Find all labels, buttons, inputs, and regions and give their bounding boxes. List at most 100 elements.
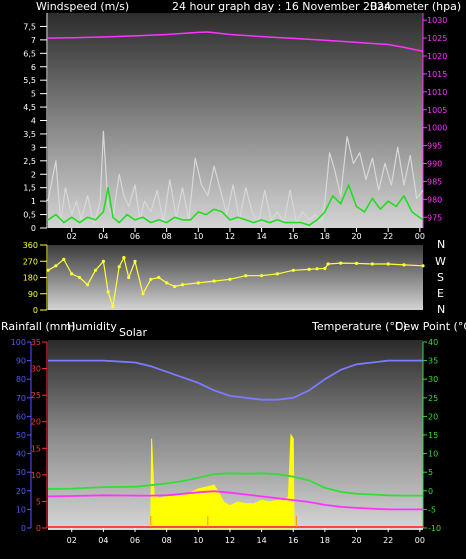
humidity-ytick-label: 90: [16, 357, 26, 366]
baro-ytick-label: 995: [427, 142, 442, 151]
rain-ytick-label: 5: [36, 497, 41, 506]
climate-xtick-label: 04: [98, 536, 108, 545]
wind-xtick-label: 10: [193, 232, 203, 241]
rain-ytick-label: 20: [31, 418, 41, 427]
temp-ytick-label: 15: [428, 431, 438, 440]
wind-ytick-label: 4: [31, 117, 36, 126]
wind-xtick-label: 08: [162, 232, 172, 241]
dir-ytick-label: 270: [23, 257, 38, 266]
temp-ytick-label: -10: [428, 524, 441, 533]
solar-title: Solar: [119, 326, 148, 339]
baro-ytick-label: 985: [427, 177, 442, 186]
wind-ytick-label: 2,5: [23, 157, 36, 166]
wind-title: Windspeed (m/s): [36, 0, 129, 13]
climate-xtick-label: 22: [383, 536, 393, 545]
humidity-ytick-label: 60: [16, 412, 26, 421]
humidity-ytick-label: 0: [21, 524, 26, 533]
rain-ytick-label: 0: [36, 524, 41, 533]
rain-ytick-label: 10: [31, 471, 41, 480]
baro-ytick-label: 1010: [427, 88, 447, 97]
baro-ytick-label: 1030: [427, 16, 447, 25]
temp-ytick-label: 5: [428, 468, 433, 477]
compass-s: S: [437, 271, 444, 284]
climate-xtick-label: 00: [415, 536, 425, 545]
wind-ytick-label: 0,5: [23, 211, 36, 220]
humidity-ytick-label: 70: [16, 394, 26, 403]
rain-ytick-label: 25: [31, 391, 41, 400]
wind-xtick-label: 12: [225, 232, 235, 241]
dir-ytick-label: 0: [33, 306, 38, 315]
compass-w: W: [435, 255, 446, 268]
temp-ytick-label: 35: [428, 357, 438, 366]
dir-ytick-label: 90: [28, 290, 38, 299]
humidity-ytick-label: 80: [16, 375, 26, 384]
wind-ytick-label: 3: [31, 143, 36, 152]
baro-ytick-label: 980: [427, 195, 442, 204]
main-title: 24 hour graph day : 16 November 2024: [172, 0, 391, 13]
climate-xtick-label: 06: [130, 536, 140, 545]
temp-ytick-label: 30: [428, 375, 438, 384]
climate-xtick-label: 12: [225, 536, 235, 545]
rain-title: Rainfall (mm): [1, 320, 75, 333]
rain-ytick-label: 15: [31, 444, 41, 453]
wind-xtick-label: 16: [288, 232, 298, 241]
wind-xtick-label: 14: [257, 232, 267, 241]
humidity-ytick-label: 20: [16, 487, 26, 496]
weather-graph: Windspeed (m/s) 24 hour graph day : 16 N…: [0, 0, 466, 555]
climate-xtick-label: 20: [351, 536, 361, 545]
climate-xtick-label: 16: [288, 536, 298, 545]
humidity-ytick-label: 100: [11, 338, 26, 347]
climate-panel-bg: [48, 340, 423, 530]
climate-xtick-label: 18: [320, 536, 330, 545]
wind-ytick-label: 5,5: [23, 76, 36, 85]
wind-ytick-label: 6: [31, 63, 36, 72]
temp-ytick-label: 20: [428, 412, 438, 421]
temp-ytick-label: 10: [428, 450, 438, 459]
compass-n-top: N: [437, 238, 445, 251]
rain-ytick-label: 35: [31, 338, 41, 347]
temp-ytick-label: 25: [428, 394, 438, 403]
baro-ytick-label: 990: [427, 160, 442, 169]
dir-ytick-label: 180: [23, 274, 38, 283]
wind-ytick-label: 7: [31, 36, 36, 45]
climate-xtick-label: 14: [257, 536, 267, 545]
wind-ytick-label: 6,5: [23, 49, 36, 58]
compass-n-bottom: N: [437, 303, 445, 316]
rain-ytick-label: 30: [31, 365, 41, 374]
climate-xtick-label: 10: [193, 536, 203, 545]
wind-ytick-label: 4,5: [23, 103, 36, 112]
wind-xtick-label: 22: [383, 232, 393, 241]
baro-ytick-label: 1005: [427, 106, 447, 115]
humidity-ytick-label: 10: [16, 505, 26, 514]
wind-ytick-label: 0: [31, 224, 36, 233]
wind-xtick-label: 04: [98, 232, 108, 241]
compass-e: E: [437, 287, 444, 300]
baro-title: Barometer (hpa): [370, 0, 461, 13]
baro-ytick-label: 1015: [427, 70, 447, 79]
humidity-ytick-label: 30: [16, 468, 26, 477]
wind-ytick-label: 5: [31, 90, 36, 99]
temp-ytick-label: 0: [428, 487, 433, 496]
baro-ytick-label: 1020: [427, 52, 447, 61]
dir-ytick-label: 360: [23, 241, 38, 250]
wind-xtick-label: 18: [320, 232, 330, 241]
baro-ytick-label: 1025: [427, 34, 447, 43]
wind-ytick-label: 1: [31, 197, 36, 206]
humidity-title: Humidity: [67, 320, 117, 333]
humidity-ytick-label: 50: [16, 431, 26, 440]
wind-xtick-label: 00: [415, 232, 425, 241]
wind-xtick-label: 06: [130, 232, 140, 241]
wind-ytick-label: 7,5: [23, 22, 36, 31]
baro-ytick-label: 975: [427, 213, 442, 222]
wind-ytick-label: 3,5: [23, 130, 36, 139]
humidity-ytick-label: 40: [16, 450, 26, 459]
temp-ytick-label: 40: [428, 338, 438, 347]
baro-ytick-label: 1000: [427, 124, 447, 133]
wind-xtick-label: 02: [67, 232, 77, 241]
temp-ytick-label: -5: [428, 505, 436, 514]
temp-title: Temperature (°C): [311, 320, 407, 333]
weather-graph-svg: Windspeed (m/s) 24 hour graph day : 16 N…: [1, 0, 466, 545]
wind-ytick-label: 2: [31, 170, 36, 179]
wind-xtick-label: 20: [351, 232, 361, 241]
wind-ytick-label: 1,5: [23, 184, 36, 193]
